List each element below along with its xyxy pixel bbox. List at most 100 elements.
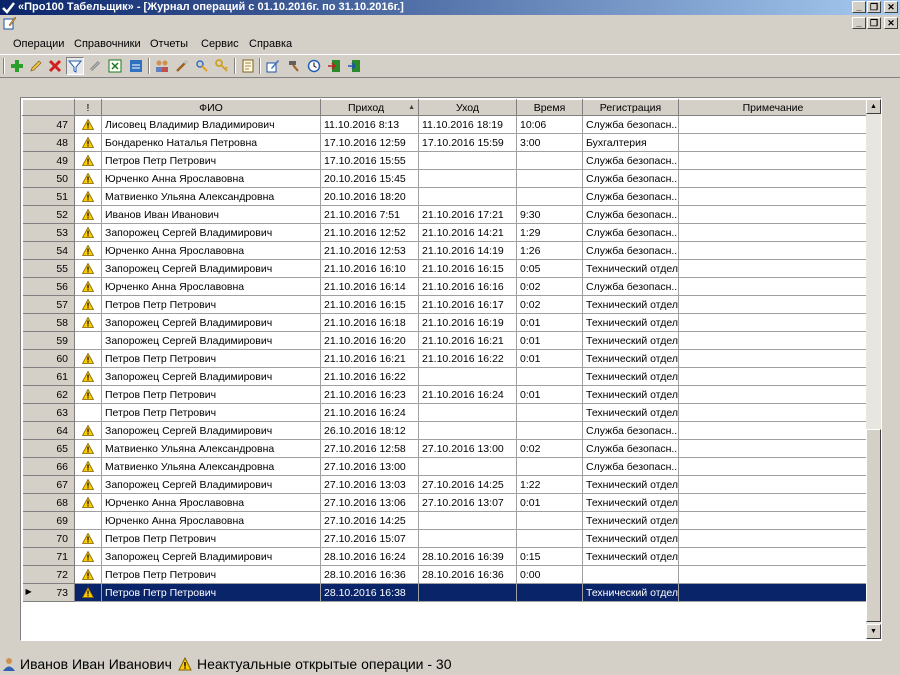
table-row[interactable]: 50 Юрченко Анна Ярославовна 20.10.2016 15:… (22, 169, 867, 188)
minimize-button[interactable]: _ (852, 1, 866, 13)
table-row[interactable]: 59 Запорожец Сергей Владимирович 21.10.201… (22, 331, 867, 350)
cell-fio[interactable]: Юрченко Анна Ярославовна (101, 277, 321, 296)
table-row[interactable]: 70 Петров Петр Петрович 27.10.2016 15:07 Те… (22, 529, 867, 548)
cell-arrival[interactable]: 17.10.2016 15:55 (320, 151, 419, 170)
row-number[interactable]: 67 (22, 475, 75, 494)
cell-registration[interactable]: Технический отдел (582, 529, 679, 548)
cell-time[interactable]: 1:22 (516, 475, 583, 494)
cell-departure[interactable]: 21.10.2016 16:16 (418, 277, 517, 296)
row-number[interactable]: 47 (22, 115, 75, 134)
cell-arrival[interactable]: 27.10.2016 13:03 (320, 475, 419, 494)
cell-fio[interactable]: Запорожец Сергей Владимирович (101, 331, 321, 350)
cell-time[interactable]: 1:26 (516, 241, 583, 260)
menu-help[interactable]: Справка (249, 38, 292, 50)
cell-departure[interactable]: 28.10.2016 16:39 (418, 547, 517, 566)
table-row[interactable]: 48 Бондаренко Наталья Петровна 17.10.2016 … (22, 133, 867, 152)
cell-time[interactable]: 0:01 (516, 385, 583, 404)
header-registration[interactable]: Регистрация (582, 99, 679, 116)
header-note[interactable]: Примечание (678, 99, 867, 116)
cell-departure[interactable] (418, 529, 517, 548)
cell-note[interactable] (678, 331, 867, 350)
cell-arrival[interactable]: 21.10.2016 16:23 (320, 385, 419, 404)
cell-note[interactable] (678, 457, 867, 476)
cell-time[interactable] (516, 403, 583, 422)
key-group-icon[interactable] (193, 57, 211, 75)
cell-arrival[interactable]: 27.10.2016 13:06 (320, 493, 419, 512)
cell-note[interactable] (678, 529, 867, 548)
table-row[interactable]: 63 Петров Петр Петрович 21.10.2016 16:24 Те… (22, 403, 867, 422)
cell-time[interactable]: 0:02 (516, 439, 583, 458)
cell-note[interactable] (678, 313, 867, 332)
cell-time[interactable]: 0:01 (516, 349, 583, 368)
operations-grid[interactable]: ! ФИО Приход ▲ Уход Время Регистрация При… (22, 99, 867, 639)
cell-time[interactable]: 0:02 (516, 277, 583, 296)
cell-arrival[interactable]: 26.10.2016 18:12 (320, 421, 419, 440)
cell-time[interactable] (516, 421, 583, 440)
cell-arrival[interactable]: 20.10.2016 15:45 (320, 169, 419, 188)
cell-time[interactable] (516, 169, 583, 188)
cell-fio[interactable]: Юрченко Анна Ярославовна (101, 169, 321, 188)
row-number[interactable]: 69 (22, 511, 75, 530)
cell-arrival[interactable]: 21.10.2016 16:21 (320, 349, 419, 368)
menu-directories[interactable]: Справочники (74, 38, 141, 50)
cell-note[interactable] (678, 547, 867, 566)
key-icon[interactable] (213, 57, 231, 75)
cell-registration[interactable]: Технический отдел (582, 331, 679, 350)
cell-arrival[interactable]: 17.10.2016 12:59 (320, 133, 419, 152)
row-number[interactable]: 53 (22, 223, 75, 242)
cell-departure[interactable] (418, 403, 517, 422)
cell-registration[interactable]: Служба безопасн... (582, 457, 679, 476)
cell-registration[interactable]: Технический отдел (582, 475, 679, 494)
cell-time[interactable] (516, 529, 583, 548)
cell-departure[interactable] (418, 187, 517, 206)
table-row[interactable]: 60 Петров Петр Петрович 21.10.2016 16:21 21… (22, 349, 867, 368)
cell-arrival[interactable]: 27.10.2016 12:58 (320, 439, 419, 458)
add-icon[interactable] (8, 57, 26, 75)
cell-departure[interactable] (418, 457, 517, 476)
cell-fio[interactable]: Петров Петр Петрович (101, 295, 321, 314)
cell-departure[interactable]: 21.10.2016 16:15 (418, 259, 517, 278)
table-row[interactable]: 64 Запорожец Сергей Владимирович 26.10.201… (22, 421, 867, 440)
table-row[interactable]: 72 Петров Петр Петрович 28.10.2016 16:36 28… (22, 565, 867, 584)
cell-registration[interactable]: Служба безопасн... (582, 223, 679, 242)
header-departure[interactable]: Уход (418, 99, 517, 116)
cell-fio[interactable]: Лисовец Владимир Владимирович (101, 115, 321, 134)
row-number[interactable]: 64 (22, 421, 75, 440)
cell-departure[interactable]: 21.10.2016 16:17 (418, 295, 517, 314)
cell-fio[interactable]: Юрченко Анна Ярославовна (101, 493, 321, 512)
table-row[interactable]: 52 Иванов Иван Иванович 21.10.2016 7:51 21.… (22, 205, 867, 224)
cell-departure[interactable]: 27.10.2016 13:07 (418, 493, 517, 512)
cell-fio[interactable]: Юрченко Анна Ярославовна (101, 241, 321, 260)
restore-button[interactable]: ❐ (867, 1, 881, 13)
cell-note[interactable] (678, 475, 867, 494)
header-warning[interactable]: ! (74, 99, 102, 116)
table-row[interactable]: 47 Лисовец Владимир Владимирович 11.10.201… (22, 115, 867, 134)
excel-icon[interactable] (106, 57, 124, 75)
cell-time[interactable]: 0:00 (516, 565, 583, 584)
table-row[interactable]: ▶ 73 Петров Петр Петрович 28.10.2016 16:38 Т… (22, 583, 867, 602)
header-arrival[interactable]: Приход ▲ (320, 99, 419, 116)
cell-time[interactable]: 3:00 (516, 133, 583, 152)
cell-note[interactable] (678, 367, 867, 386)
report-icon[interactable] (239, 57, 257, 75)
child-close-button[interactable]: ✕ (884, 17, 898, 29)
row-number[interactable]: 62 (22, 385, 75, 404)
cell-time[interactable]: 0:01 (516, 331, 583, 350)
cell-arrival[interactable]: 21.10.2016 16:15 (320, 295, 419, 314)
cell-registration[interactable]: Служба безопасн... (582, 205, 679, 224)
cell-registration[interactable]: Служба безопасн... (582, 169, 679, 188)
export-icon[interactable] (127, 57, 145, 75)
cell-registration[interactable]: Служба безопасн... (582, 115, 679, 134)
table-row[interactable]: 61 Запорожец Сергей Владимирович 21.10.201… (22, 367, 867, 386)
cell-departure[interactable]: 21.10.2016 14:21 (418, 223, 517, 242)
cell-note[interactable] (678, 295, 867, 314)
cell-time[interactable]: 1:29 (516, 223, 583, 242)
cell-registration[interactable]: Технический отдел (582, 583, 679, 602)
scroll-up-button[interactable]: ▲ (866, 99, 881, 114)
link-icon[interactable] (86, 57, 104, 75)
cell-arrival[interactable]: 27.10.2016 14:25 (320, 511, 419, 530)
row-number[interactable]: 57 (22, 295, 75, 314)
cell-departure[interactable]: 17.10.2016 15:59 (418, 133, 517, 152)
row-number[interactable]: 51 (22, 187, 75, 206)
cell-note[interactable] (678, 583, 867, 602)
